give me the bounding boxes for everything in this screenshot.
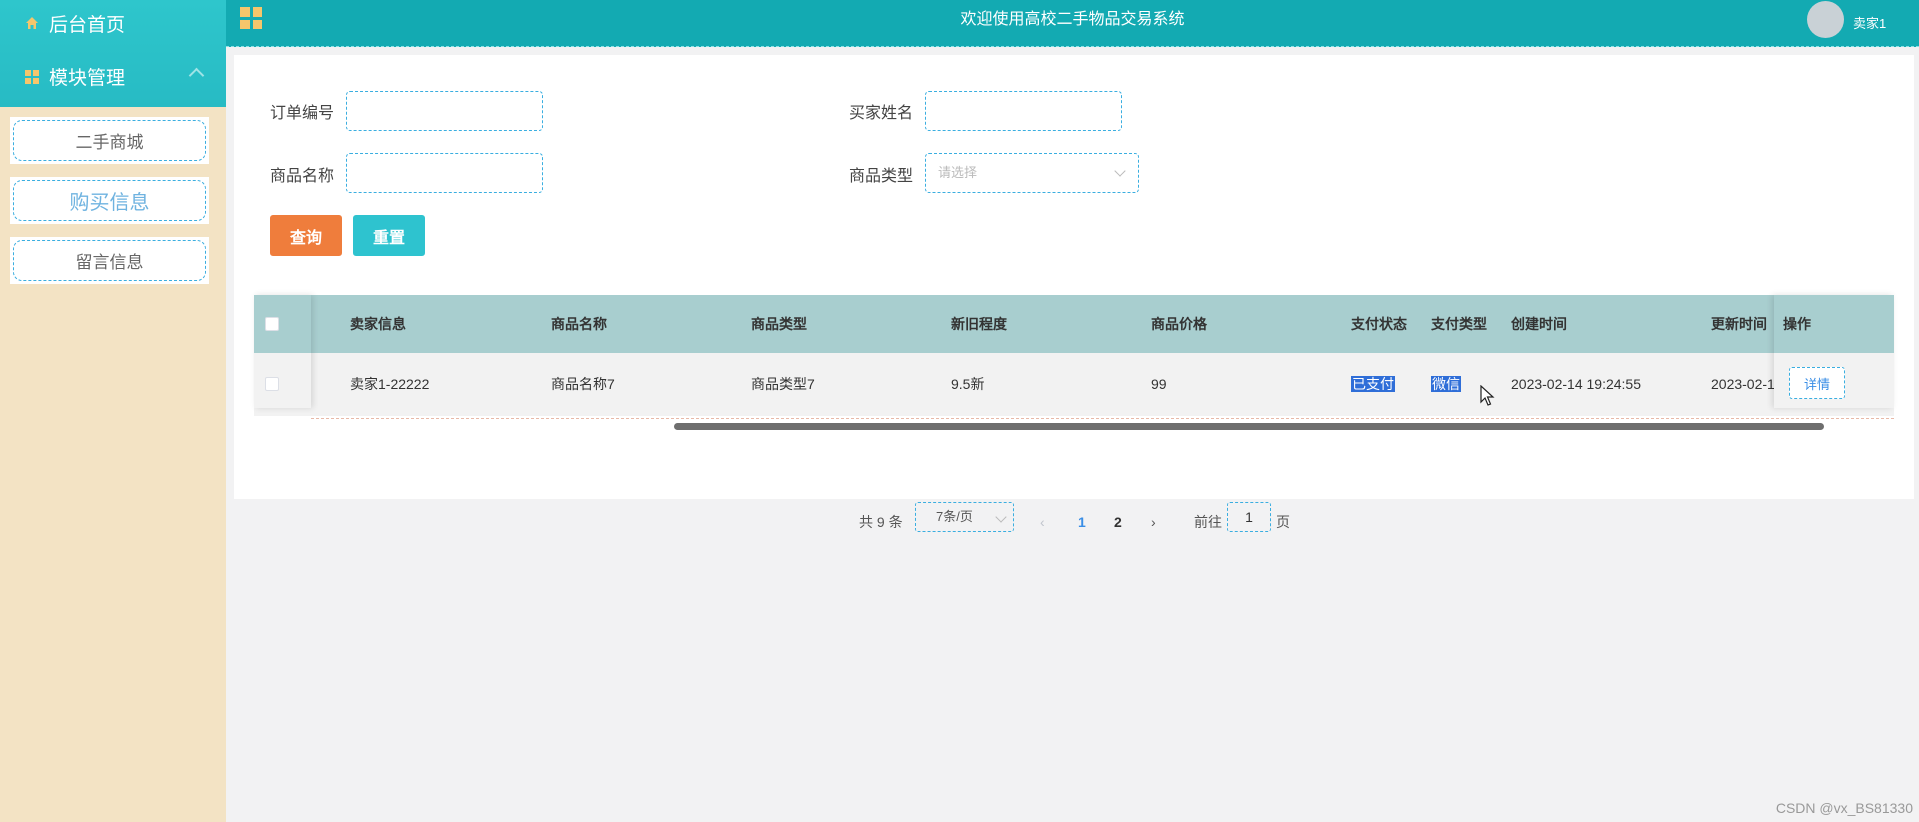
buyer-name-label: 买家姓名 [849,105,914,122]
cell-updated: 2023-02-1 [1711,376,1774,392]
sidebar-item-label: 留言信息 [13,240,206,281]
watermark: CSDN @vx_BS81330 [1775,800,1913,816]
page-size-value: 7条/页 [936,509,973,524]
sidebar: 后台首页 模块管理 二手商城 购买信息 留言信息 [0,0,226,822]
sidebar-item-purchase-info[interactable]: 购买信息 [10,177,209,224]
sidebar-header: 后台首页 模块管理 [0,0,226,107]
goto-suffix: 页 [1276,514,1290,530]
order-no-label: 订单编号 [270,105,335,122]
sidebar-module-label: 模块管理 [49,68,126,89]
product-type-label: 商品类型 [849,168,914,185]
sidebar-item-messages[interactable]: 留言信息 [10,237,209,284]
cell-product-type: 商品类型7 [751,376,815,392]
col-product-type-header: 商品类型 [751,316,807,332]
product-name-input[interactable] [346,153,543,193]
cell-created: 2023-02-14 19:24:55 [1511,376,1641,392]
table-row[interactable]: 卖家1-22222 商品名称7 商品类型7 9.5新 99 已支付 微信 202… [254,353,1894,416]
sidebar-home-label: 后台首页 [49,14,126,36]
mouse-cursor-icon [1480,385,1495,406]
cell-seller: 卖家1-22222 [350,376,430,392]
main-panel: 订单编号 买家姓名 商品名称 商品类型 请选择 查询 重置 卖家信息 商品名称 … [234,55,1914,532]
cell-price: 99 [1151,376,1167,392]
cell-condition: 9.5新 [951,376,985,392]
prev-page-button[interactable]: ‹ [1040,507,1045,537]
pagination-total: 共 9 条 [859,514,903,530]
top-header: 欢迎使用高校二手物品交易系统 卖家1 [226,0,1919,47]
sidebar-item-secondhand-mall[interactable]: 二手商城 [10,117,209,164]
product-name-label: 商品名称 [270,168,335,185]
buyer-name-input[interactable] [925,91,1122,131]
product-type-select[interactable]: 请选择 [925,153,1139,193]
next-page-button[interactable]: › [1151,507,1156,537]
col-pay-type-header: 支付类型 [1431,316,1487,332]
chevron-down-icon [1114,165,1126,177]
col-created-header: 创建时间 [1511,316,1567,332]
page-2-button[interactable]: 2 [1114,507,1122,537]
home-icon [26,17,38,29]
page-1-button[interactable]: 1 [1078,507,1086,537]
goto-prefix: 前往 [1194,514,1222,530]
cell-pay-status: 已支付 [1351,353,1395,416]
reset-button[interactable]: 重置 [353,215,425,256]
query-button[interactable]: 查询 [270,215,342,256]
table-header: 卖家信息 商品名称 商品类型 新旧程度 商品价格 支付状态 支付类型 创建时间 … [254,295,1894,353]
sidebar-item-label: 二手商城 [13,120,206,161]
horizontal-scroll-track [311,418,1894,419]
col-product-name-header: 商品名称 [551,316,607,332]
module-icon [25,69,39,84]
pay-status-text: 已支付 [1351,376,1395,392]
col-updated-header: 更新时间 [1711,316,1767,332]
cell-pay-type: 微信 [1431,353,1461,416]
page-size-select[interactable]: 7条/页 [915,502,1014,532]
cell-product-name: 商品名称7 [551,376,615,392]
pay-type-text: 微信 [1431,376,1461,392]
sidebar-module-toggle[interactable]: 模块管理 [0,46,226,107]
product-type-placeholder: 请选择 [938,165,978,180]
avatar[interactable] [1807,1,1844,38]
col-price-header: 商品价格 [1151,316,1207,332]
horizontal-scrollbar[interactable] [674,423,1824,430]
col-seller-header: 卖家信息 [350,316,406,332]
fixed-column-right [1774,295,1894,408]
sidebar-home[interactable]: 后台首页 [0,0,226,46]
order-no-input[interactable] [346,91,543,131]
order-table: 卖家信息 商品名称 商品类型 新旧程度 商品价格 支付状态 支付类型 创建时间 … [254,295,1894,430]
sidebar-item-label: 购买信息 [13,180,206,221]
username[interactable]: 卖家1 [1853,13,1886,32]
page-title: 欢迎使用高校二手物品交易系统 [960,11,1185,28]
chevron-down-icon [995,511,1007,523]
col-condition-header: 新旧程度 [951,316,1007,332]
fixed-column-left [254,295,311,408]
chevron-up-icon [188,67,205,84]
goto-page-input[interactable]: 1 [1227,502,1271,532]
col-pay-status-header: 支付状态 [1351,316,1407,332]
